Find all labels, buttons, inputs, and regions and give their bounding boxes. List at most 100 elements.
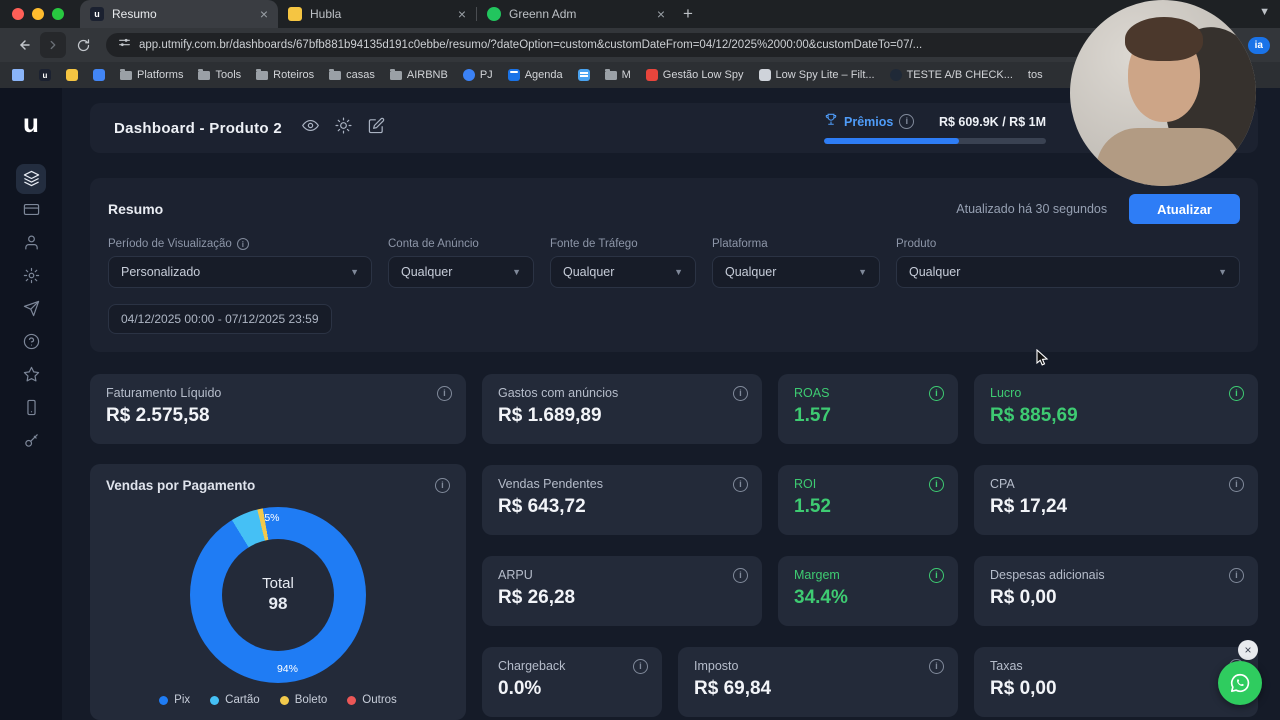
bookmark-folder-m[interactable]: M	[604, 68, 631, 81]
card-value: R$ 26,28	[498, 587, 576, 608]
card-value: R$ 0,00	[990, 678, 1057, 699]
info-icon[interactable]: i	[929, 386, 944, 401]
sidebar-item-account[interactable]	[14, 228, 48, 261]
eye-icon[interactable]	[301, 117, 319, 139]
card-label: Faturamento Líquido	[106, 386, 222, 400]
site-info-icon[interactable]	[118, 36, 131, 54]
folder-icon	[329, 68, 342, 80]
tab-greenn-adm[interactable]: Greenn Adm ×	[477, 0, 675, 28]
sun-icon[interactable]	[335, 117, 352, 139]
conta-anuncio-select[interactable]: Qualquer ▼	[388, 256, 534, 288]
sidebar-item-dashboards[interactable]	[14, 162, 48, 195]
folder-icon	[604, 68, 617, 80]
card-gastos: Gastos com anúncios R$ 1.689,89 i	[482, 374, 762, 444]
bookmark-label: M	[621, 69, 631, 81]
tab-resumo[interactable]: u Resumo ×	[80, 0, 278, 28]
bookmark-folder-casas[interactable]: casas	[329, 68, 375, 81]
back-icon[interactable]	[10, 32, 36, 58]
info-icon[interactable]: i	[733, 386, 748, 401]
info-icon[interactable]: i	[236, 238, 249, 250]
tab-close-icon[interactable]: ×	[260, 7, 268, 21]
card-chargeback: Chargeback 0.0% i	[482, 647, 662, 717]
bookmark-low-spy-lite[interactable]: Low Spy Lite – Filt...	[758, 69, 875, 81]
card-value: 34.4%	[794, 587, 848, 608]
bookmark-agenda[interactable]: Agenda	[507, 69, 563, 81]
refresh-button[interactable]: Atualizar	[1129, 194, 1240, 224]
bookmark-folder-tools[interactable]: Tools	[198, 68, 241, 81]
card-label: Margem	[794, 568, 840, 582]
key-icon	[23, 432, 40, 454]
card-vendas-pendentes: Vendas Pendentes R$ 643,72 i	[482, 465, 762, 535]
forward-icon[interactable]	[40, 32, 66, 58]
minimize-window-button[interactable]	[32, 8, 44, 20]
bookmark-utmify[interactable]: u	[39, 69, 51, 81]
sidebar-item-favorites[interactable]	[14, 360, 48, 393]
card-value: R$ 0,00	[990, 587, 1057, 608]
date-range-input[interactable]: 04/12/2025 00:00 - 07/12/2025 23:59	[108, 304, 332, 334]
card-label: Despesas adicionais	[990, 568, 1105, 582]
sidebar-item-mobile[interactable]	[14, 393, 48, 426]
card-label: Imposto	[694, 659, 739, 673]
card-label: CPA	[990, 477, 1015, 491]
tab-search-chevron-icon[interactable]: ▼	[1259, 6, 1270, 18]
bookmark-hubla[interactable]	[66, 69, 78, 81]
info-icon[interactable]: i	[435, 478, 450, 493]
reload-icon[interactable]	[70, 32, 96, 58]
sidebar-item-integrations[interactable]	[14, 294, 48, 327]
info-icon[interactable]: i	[929, 659, 944, 674]
sidebar-nav	[14, 162, 48, 459]
webcam-person-hair	[1125, 17, 1203, 61]
site-favicon-icon	[462, 69, 475, 81]
info-icon[interactable]: i	[929, 568, 944, 583]
info-icon[interactable]: i	[733, 568, 748, 583]
tab-close-icon[interactable]: ×	[458, 7, 466, 21]
info-icon[interactable]: i	[899, 114, 915, 129]
tab-close-icon[interactable]: ×	[657, 7, 665, 21]
bookmark-folder-airbnb[interactable]: AIRBNB	[389, 68, 448, 81]
bookmark-folder-roteiros[interactable]: Roteiros	[256, 68, 314, 81]
chat-close-icon[interactable]: ×	[1238, 640, 1258, 660]
bookmark-tos[interactable]: tos	[1028, 69, 1043, 81]
bookmark-pj[interactable]: PJ	[462, 69, 493, 81]
bookmark-site[interactable]	[93, 69, 105, 81]
whatsapp-button[interactable]	[1218, 661, 1262, 705]
info-icon[interactable]: i	[633, 659, 648, 674]
sidebar-item-help[interactable]	[14, 327, 48, 360]
info-icon[interactable]: i	[437, 386, 452, 401]
info-icon[interactable]: i	[929, 477, 944, 492]
periodo-select[interactable]: Personalizado ▼	[108, 256, 372, 288]
bookmark-teste-ab[interactable]: TESTE A/B CHECK...	[889, 69, 1013, 81]
card-value: 1.57	[794, 405, 831, 426]
sidebar-item-settings[interactable]	[14, 261, 48, 294]
card-lucro: Lucro R$ 885,69 i	[974, 374, 1258, 444]
filters-row: Período de Visualização i Personalizado ▼ …	[108, 238, 1240, 334]
card-imposto: Imposto R$ 69,84 i	[678, 647, 958, 717]
bookmark-apps[interactable]	[12, 69, 24, 81]
info-icon[interactable]: i	[1229, 568, 1244, 583]
browser-tab-bar: u Resumo × Hubla × Greenn Adm × + ▼	[0, 0, 1280, 28]
edit-icon[interactable]	[368, 117, 385, 139]
card-roas: ROAS 1.57 i	[778, 374, 958, 444]
apps-grid-icon	[12, 69, 24, 81]
sidebar-item-billing[interactable]	[14, 195, 48, 228]
sidebar-item-access[interactable]	[14, 426, 48, 459]
close-window-button[interactable]	[12, 8, 24, 20]
info-icon[interactable]: i	[733, 477, 748, 492]
bookmark-gestao-low-spy[interactable]: Gestão Low Spy	[645, 69, 744, 81]
premios-widget[interactable]: Prêmios i R$ 609.9K / R$ 1M	[824, 112, 1046, 144]
bookmark-site2[interactable]	[577, 69, 590, 81]
produto-select[interactable]: Qualquer ▼	[896, 256, 1240, 288]
info-icon[interactable]: i	[1229, 477, 1244, 492]
fonte-trafego-select[interactable]: Qualquer ▼	[550, 256, 696, 288]
address-bar[interactable]: app.utmify.com.br/dashboards/67bfb881b94…	[106, 33, 1208, 57]
tab-hubla[interactable]: Hubla ×	[278, 0, 476, 28]
info-icon[interactable]: i	[1229, 386, 1244, 401]
new-tab-button[interactable]: +	[675, 1, 701, 27]
bookmark-folder-platforms[interactable]: Platforms	[120, 68, 183, 81]
plataforma-select[interactable]: Qualquer ▼	[712, 256, 880, 288]
card-arpu: ARPU R$ 26,28 i	[482, 556, 762, 626]
utmify-logo[interactable]: u	[23, 110, 39, 136]
webcam-overlay	[1070, 0, 1256, 186]
legend-pix: Pix	[159, 694, 190, 706]
zoom-window-button[interactable]	[52, 8, 64, 20]
